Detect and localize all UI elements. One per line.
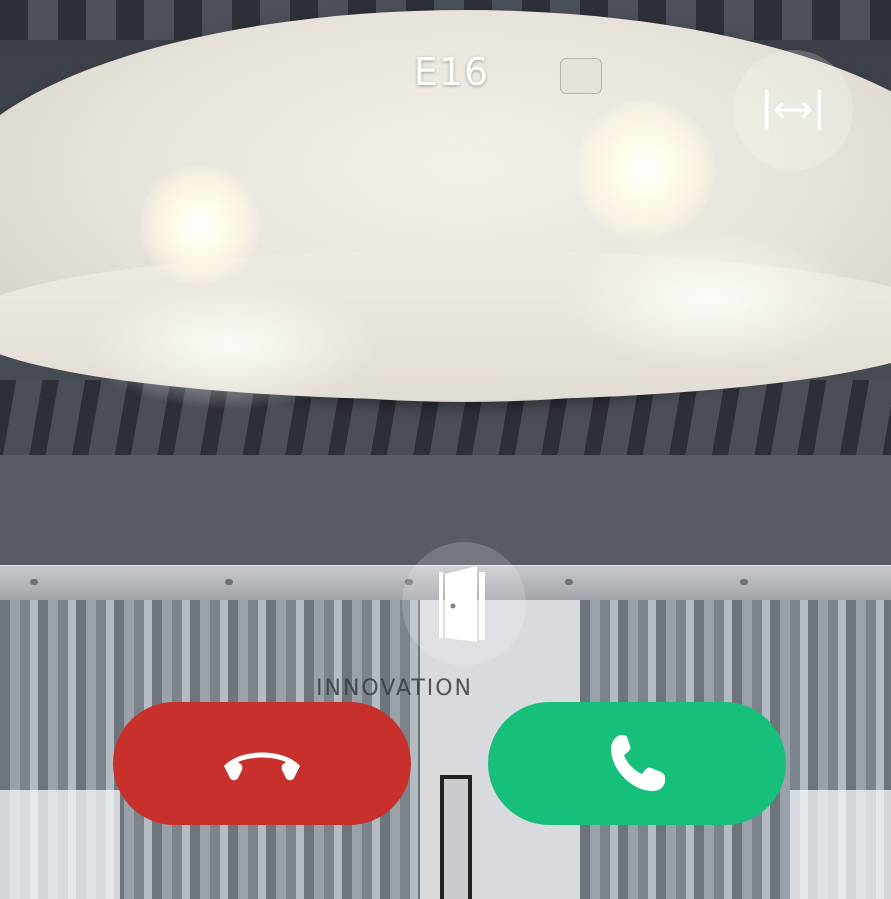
rail-screw — [565, 579, 573, 585]
resize-button[interactable] — [733, 50, 853, 170]
phone-icon — [611, 734, 665, 791]
window-light — [0, 790, 120, 899]
doorway — [440, 775, 472, 899]
ceiling-lamp — [575, 100, 715, 240]
accept-call-button[interactable] — [488, 702, 786, 825]
open-door-button[interactable] — [402, 542, 526, 666]
light-glow — [80, 280, 380, 410]
decline-call-button[interactable] — [113, 702, 411, 825]
rail-screw — [225, 579, 233, 585]
door-icon — [439, 566, 485, 642]
resize-horizontal-icon — [765, 90, 821, 130]
rail-screw — [740, 579, 748, 585]
rail-screw — [30, 579, 38, 585]
caller-name: E16 — [413, 50, 490, 94]
phone-hangup-icon — [224, 752, 300, 780]
wall-sign-text: INNOVATION — [316, 676, 474, 701]
window-light — [790, 790, 891, 899]
light-glow — [560, 230, 860, 370]
ceiling-lamp — [140, 165, 260, 285]
